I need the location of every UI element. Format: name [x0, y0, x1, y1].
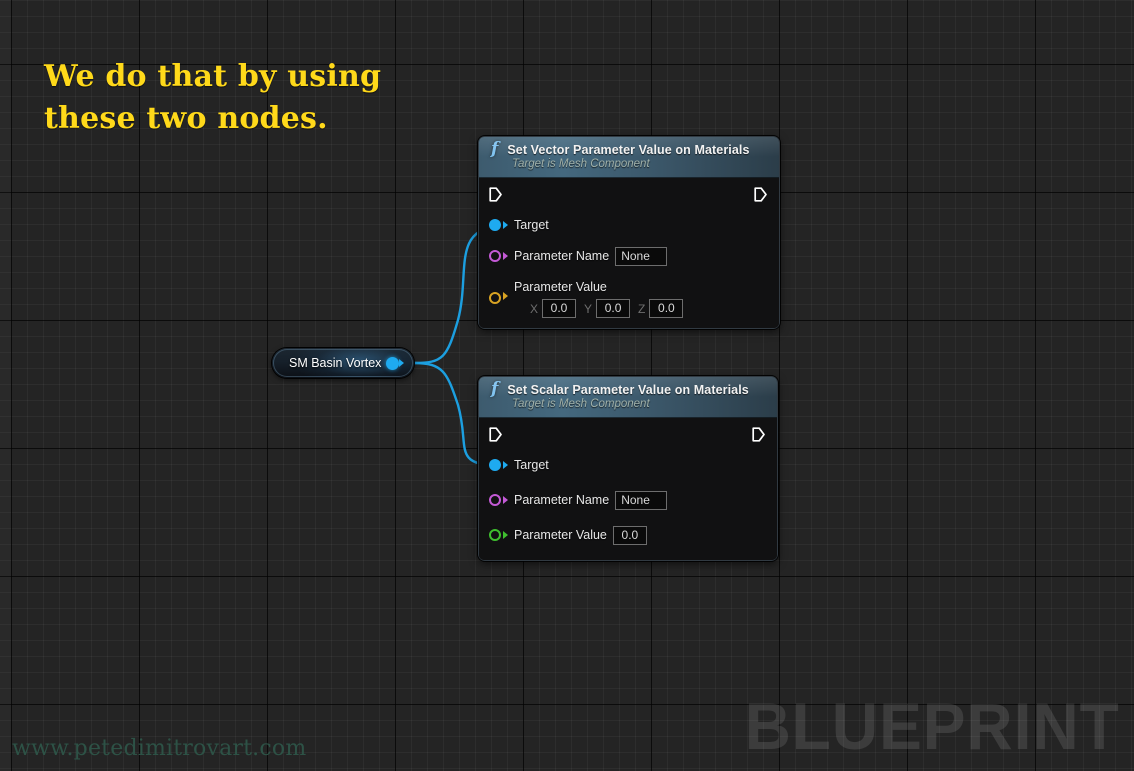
pin-label-parameter-value: Parameter Value: [514, 280, 607, 294]
node-set-vector-parameter-value-on-materials[interactable]: f Set Vector Parameter Value on Material…: [478, 136, 780, 329]
blueprint-watermark-logo: BLUEPRINT: [744, 689, 1120, 763]
node-body: Target Parameter Name None Parameter Val…: [479, 178, 779, 328]
vector-z-input[interactable]: 0.0: [649, 299, 684, 318]
pin-row-target[interactable]: Target: [479, 448, 777, 479]
website-watermark: www.petedimitrovart.com: [12, 736, 307, 761]
exec-pin-row: [479, 418, 777, 448]
variable-output-pin-arrow-icon: [399, 359, 404, 367]
target-pin-icon[interactable]: [489, 459, 501, 471]
pin-row-parameter-value[interactable]: Parameter Value 0.0: [479, 514, 777, 560]
vector-x-input[interactable]: 0.0: [542, 299, 577, 318]
parameter-value-pin-arrow-icon: [503, 292, 508, 300]
exec-out-pin-icon[interactable]: [752, 427, 765, 442]
axis-label-y: Y: [584, 301, 593, 316]
node-title: Set Scalar Parameter Value on Materials: [507, 382, 749, 397]
pin-label-parameter-value: Parameter Value: [514, 528, 607, 542]
node-title: Set Vector Parameter Value on Materials: [507, 142, 750, 157]
parameter-value-input[interactable]: 0.0: [612, 525, 647, 545]
node-body: Target Parameter Name None Parameter Val…: [479, 418, 777, 560]
node-title-row: f Set Scalar Parameter Value on Material…: [489, 379, 767, 399]
parameter-name-pin-arrow-icon: [503, 252, 508, 260]
exec-in-pin-icon[interactable]: [489, 187, 502, 202]
axis-label-x: X: [530, 301, 539, 316]
pin-label-target: Target: [514, 458, 549, 472]
node-subtitle: Target is Mesh Component: [512, 398, 650, 410]
parameter-value-pin-arrow-icon: [503, 531, 508, 539]
pin-row-parameter-name[interactable]: Parameter Name None: [479, 479, 777, 514]
variable-node-label: SM Basin Vortex: [289, 356, 382, 370]
node-subtitle: Target is Mesh Component: [512, 158, 650, 170]
target-pin-arrow-icon: [503, 221, 508, 229]
node-frame: f Set Vector Parameter Value on Material…: [478, 136, 780, 329]
parameter-value-pin-icon[interactable]: [489, 529, 501, 541]
parameter-value-pin-icon[interactable]: [489, 292, 501, 304]
axis-label-z: Z: [638, 301, 646, 316]
pin-label-parameter-name: Parameter Name: [514, 493, 610, 507]
node-header[interactable]: f Set Vector Parameter Value on Material…: [479, 137, 779, 178]
parameter-name-pin-icon[interactable]: [489, 250, 501, 262]
node-set-scalar-parameter-value-on-materials[interactable]: f Set Scalar Parameter Value on Material…: [478, 376, 778, 561]
pin-row-parameter-name[interactable]: Parameter Name None: [479, 239, 779, 270]
node-header[interactable]: f Set Scalar Parameter Value on Material…: [479, 377, 777, 418]
exec-out-pin-icon[interactable]: [754, 187, 767, 202]
pin-label-target: Target: [514, 218, 549, 232]
parameter-name-pin-icon[interactable]: [489, 494, 501, 506]
node-frame: f Set Scalar Parameter Value on Material…: [478, 376, 778, 561]
parameter-name-input[interactable]: None: [615, 490, 668, 510]
vector-field-group: Parameter Value X 0.0 Y 0.0 Z 0.0: [514, 278, 684, 318]
variable-output-pin-icon[interactable]: [386, 357, 399, 370]
vector-axis-row: X 0.0 Y 0.0 Z 0.0: [514, 299, 684, 318]
function-icon: f: [491, 379, 499, 399]
blueprint-graph-canvas[interactable]: We do that by using these two nodes. SM …: [0, 0, 1134, 771]
exec-in-pin-icon[interactable]: [489, 427, 502, 442]
parameter-name-input[interactable]: None: [615, 246, 668, 266]
node-title-row: f Set Vector Parameter Value on Material…: [489, 139, 769, 159]
exec-pin-row: [479, 178, 779, 208]
pin-label-parameter-name: Parameter Name: [514, 249, 610, 263]
function-icon: f: [491, 139, 499, 159]
canvas-left-edge-strip: [0, 0, 11, 771]
parameter-name-pin-arrow-icon: [503, 496, 508, 504]
pin-row-parameter-value-vector[interactable]: Parameter Value X 0.0 Y 0.0 Z 0.0: [479, 270, 779, 328]
pin-row-target[interactable]: Target: [479, 208, 779, 239]
vector-y-input[interactable]: 0.0: [596, 299, 631, 318]
variable-node-sm-basin-vortex[interactable]: SM Basin Vortex: [272, 348, 414, 378]
target-pin-icon[interactable]: [489, 219, 501, 231]
target-pin-arrow-icon: [503, 461, 508, 469]
tutorial-caption: We do that by using these two nodes.: [44, 59, 382, 136]
